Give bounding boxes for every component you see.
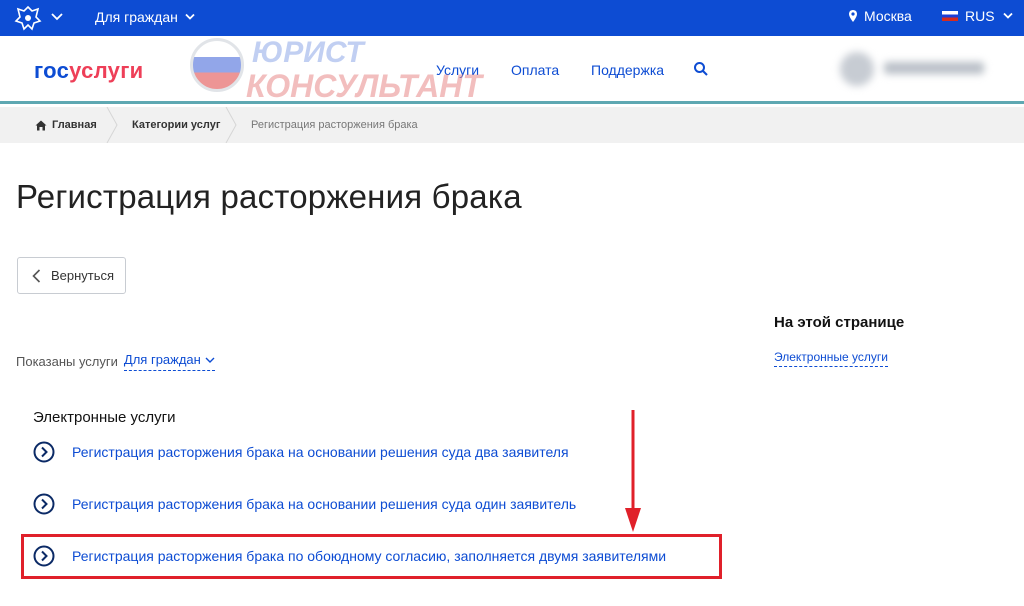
- location-pin-icon: [849, 10, 857, 22]
- circle-chevron-right-icon: [33, 441, 55, 463]
- services-filter-value: Для граждан: [123, 352, 201, 367]
- breadcrumb-categories[interactable]: Категории услуг: [132, 119, 220, 131]
- annotation-highlight-box: [21, 534, 722, 579]
- avatar: [840, 52, 874, 86]
- circle-chevron-right-icon: [33, 493, 55, 515]
- audience-label: Для граждан: [95, 9, 178, 25]
- annotation-arrow-down-icon: [625, 410, 641, 532]
- breadcrumb-home[interactable]: Главная: [35, 119, 97, 131]
- top-bar: Для граждан Москва RUS: [0, 0, 1024, 36]
- chevron-down-icon: [185, 13, 195, 20]
- user-profile[interactable]: [840, 50, 1000, 90]
- chevron-down-icon: [205, 357, 215, 363]
- main-header: госуслуги Услуги Оплата Поддержка: [0, 36, 1024, 104]
- breadcrumb-current: Регистрация расторжения брака: [251, 119, 418, 131]
- breadcrumb-separator-icon: [106, 107, 118, 143]
- home-icon: [35, 120, 47, 130]
- russian-flag-icon: [942, 11, 958, 21]
- breadcrumb-separator-icon: [225, 107, 237, 143]
- city-selector[interactable]: Москва: [848, 8, 912, 24]
- services-filter-label: Показаны услуги: [16, 354, 118, 369]
- services-filter-dropdown[interactable]: Для граждан: [123, 352, 215, 371]
- logo-text-part2: услуги: [69, 58, 144, 83]
- city-label: Москва: [864, 8, 912, 24]
- section-title: Электронные услуги: [33, 409, 176, 426]
- chevron-down-icon[interactable]: [50, 10, 64, 24]
- watermark: ЮРИСТ КОНСУЛЬТАНТ: [190, 36, 482, 106]
- service-link[interactable]: Регистрация расторжения брака на основан…: [33, 441, 569, 463]
- service-label: Регистрация расторжения брака на основан…: [72, 444, 569, 460]
- language-label: RUS: [965, 8, 995, 24]
- language-selector[interactable]: RUS: [942, 8, 1014, 24]
- aside-title: На этой странице: [774, 314, 905, 331]
- watermark-line1: ЮРИСТ: [252, 36, 364, 69]
- chevron-left-icon: [32, 268, 41, 283]
- service-link[interactable]: Регистрация расторжения брака на основан…: [33, 493, 576, 515]
- watermark-line2: КОНСУЛЬТАНТ: [246, 68, 482, 104]
- watermark-flag-pin-icon: [190, 38, 244, 92]
- nav-support[interactable]: Поддержка: [591, 62, 664, 78]
- logo-text-part1: гос: [34, 58, 70, 83]
- back-button-label: Вернуться: [51, 268, 115, 283]
- back-button[interactable]: Вернуться: [17, 257, 126, 294]
- breadcrumb: Главная Категории услуг Регистрация раст…: [0, 107, 1024, 143]
- nav-payment[interactable]: Оплата: [511, 62, 559, 78]
- breadcrumb-home-label: Главная: [52, 119, 97, 131]
- search-icon[interactable]: [693, 61, 709, 77]
- coat-of-arms-icon[interactable]: [14, 5, 42, 31]
- aside-link-electronic-services[interactable]: Электронные услуги: [774, 350, 888, 367]
- gosuslugi-logo[interactable]: госуслуги: [34, 58, 144, 84]
- service-label: Регистрация расторжения брака на основан…: [72, 496, 577, 512]
- services-filter: Показаны услуги Для граждан: [16, 352, 215, 371]
- chevron-down-icon: [1002, 12, 1013, 19]
- page-title: Регистрация расторжения брака: [16, 178, 522, 215]
- audience-selector[interactable]: Для граждан: [95, 9, 196, 25]
- user-name-blurred: [884, 62, 984, 74]
